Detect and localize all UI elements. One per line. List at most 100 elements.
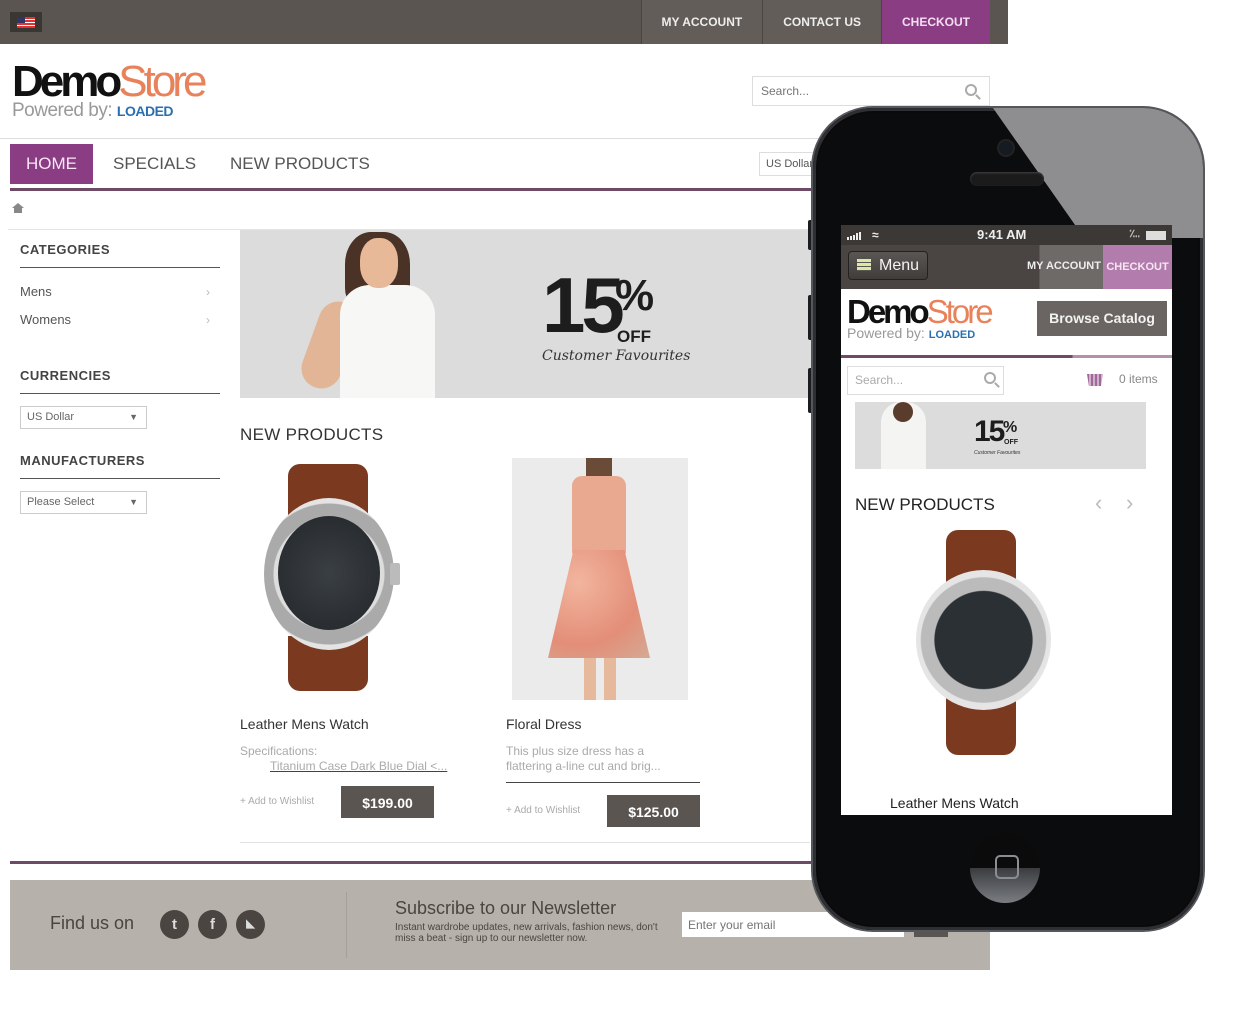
- categories-heading: CATEGORIES: [20, 242, 220, 268]
- product-divider: [506, 782, 700, 783]
- nav-new-products[interactable]: NEW PRODUCTS: [230, 144, 370, 184]
- browse-catalog-button[interactable]: Browse Catalog: [1037, 301, 1167, 336]
- chevron-down-icon: ▼: [129, 412, 138, 422]
- product-name[interactable]: Floral Dress: [506, 716, 700, 732]
- twitter-icon[interactable]: t: [160, 910, 189, 939]
- mobile-nav: Menu MY ACCOUNT CHECKOUT: [841, 245, 1172, 289]
- bluetooth-icon: ؊: [1129, 228, 1140, 240]
- logo-store-text: Store: [118, 57, 207, 106]
- signal-icon: [847, 232, 861, 240]
- top-links: MY ACCOUNT CONTACT US CHECKOUT: [640, 0, 990, 44]
- top-bar: MY ACCOUNT CONTACT US CHECKOUT: [0, 0, 1008, 44]
- currency-select[interactable]: US Dollar ▼: [20, 406, 147, 429]
- newsletter-text: Instant wardrobe updates, new arrivals, …: [395, 922, 658, 944]
- chevron-right-icon: ›: [206, 313, 210, 327]
- phone-speaker: [970, 172, 1044, 186]
- product-footer: + Add to Wishlist $199.00: [240, 786, 434, 820]
- mobile-logo[interactable]: DemoStore Powered by: LOADED: [847, 295, 994, 341]
- battery-icon: [1146, 231, 1166, 240]
- search-input[interactable]: [753, 77, 953, 105]
- category-womens[interactable]: Womens ›: [20, 306, 220, 334]
- status-bar: ≈ 9:41 AM ؊: [841, 225, 1172, 245]
- product-description: This plus size dress has a flattering a-…: [506, 744, 700, 776]
- logo-store-text: Store: [926, 293, 994, 330]
- mobile-my-account-link[interactable]: MY ACCOUNT: [1027, 260, 1101, 272]
- search-icon[interactable]: [984, 372, 996, 384]
- logo-powered-text: Powered by:: [847, 325, 925, 341]
- product-image-dress[interactable]: [506, 458, 688, 700]
- product-card: Leather Mens Watch Specifications: Titan…: [240, 458, 448, 820]
- chevron-down-icon: ▼: [129, 497, 138, 507]
- checkout-link[interactable]: CHECKOUT: [881, 0, 990, 44]
- content-divider: [240, 842, 810, 843]
- product-card: Floral Dress This plus size dress has a …: [506, 458, 700, 829]
- banner-off: OFF: [617, 327, 651, 346]
- menu-icon: [857, 259, 871, 271]
- banner-tagline: Customer Favourites: [542, 348, 691, 364]
- us-flag-icon[interactable]: [10, 12, 42, 32]
- category-label: Mens: [20, 284, 52, 299]
- footer-separator: [346, 892, 347, 958]
- carousel-next-icon[interactable]: ›: [1126, 490, 1133, 516]
- product-name[interactable]: Leather Mens Watch: [240, 716, 434, 732]
- product-footer: + Add to Wishlist $125.00: [506, 795, 700, 829]
- product-description: Specifications: Titanium Case Dark Blue …: [240, 744, 448, 776]
- search-icon[interactable]: [965, 84, 977, 96]
- mobile-product-image-watch[interactable]: [911, 530, 1056, 760]
- loaded-commerce-logo: LOADED: [928, 329, 976, 341]
- category-mens[interactable]: Mens ›: [20, 278, 220, 306]
- banner-model-image: [295, 230, 450, 398]
- banner-discount: 15: [974, 415, 1005, 448]
- product-desc-line: Specifications:: [240, 744, 318, 758]
- logo-powered-text: Powered by:: [12, 100, 113, 121]
- product-desc-line: flattering a-line cut and brig...: [506, 759, 661, 773]
- mobile-menu-button[interactable]: Menu: [848, 251, 928, 280]
- cart-items-count[interactable]: 0 items: [1119, 372, 1158, 386]
- home-breadcrumb-icon[interactable]: [12, 203, 24, 213]
- manufacturers-heading: MANUFACTURERS: [20, 453, 220, 479]
- banner-tagline: Customer Favourites: [974, 450, 1021, 456]
- rss-icon[interactable]: ◣: [236, 910, 265, 939]
- my-account-link[interactable]: MY ACCOUNT: [640, 0, 763, 44]
- contact-us-link[interactable]: CONTACT US: [762, 0, 881, 44]
- category-label: Womens: [20, 312, 72, 327]
- facebook-icon[interactable]: f: [198, 910, 227, 939]
- logo-demo-text: Demo: [12, 57, 122, 106]
- manufacturer-select[interactable]: Please Select ▼: [20, 491, 147, 514]
- status-time: 9:41 AM: [977, 227, 1027, 242]
- mobile-promo-banner[interactable]: 15 % OFF Customer Favourites: [855, 402, 1146, 469]
- carousel-prev-icon[interactable]: ‹: [1095, 490, 1102, 516]
- phone-screen: ≈ 9:41 AM ؊ Menu MY ACCOUNT CHECKOUT Dem…: [841, 225, 1172, 815]
- mobile-search-input[interactable]: Search...: [847, 366, 1004, 395]
- wifi-icon: ≈: [872, 228, 879, 242]
- mobile-search-placeholder: Search...: [855, 373, 904, 387]
- banner-percent: %: [615, 271, 655, 320]
- product-desc-line: Titanium Case Dark Blue Dial <...: [270, 759, 448, 773]
- banner-discount: 15: [542, 261, 625, 349]
- iphone-mockup: ≈ 9:41 AM ؊ Menu MY ACCOUNT CHECKOUT Dem…: [813, 108, 1203, 930]
- price-button[interactable]: $125.00: [607, 795, 700, 827]
- search-box: [752, 76, 990, 106]
- add-to-wishlist-link[interactable]: + Add to Wishlist: [240, 796, 314, 807]
- find-us-label: Find us on: [50, 913, 135, 933]
- phone-home-button: [970, 833, 1040, 903]
- mobile-nav-divider: [841, 355, 1172, 358]
- nav-specials[interactable]: SPECIALS: [113, 144, 196, 184]
- currencies-heading: CURRENCIES: [20, 368, 220, 394]
- manufacturer-value: Please Select: [27, 496, 95, 508]
- product-desc-line: This plus size dress has a: [506, 744, 645, 758]
- banner-off: OFF: [1004, 439, 1018, 446]
- add-to-wishlist-link[interactable]: + Add to Wishlist: [506, 805, 580, 816]
- chevron-right-icon: ›: [206, 285, 210, 299]
- mobile-checkout-link[interactable]: CHECKOUT: [1103, 245, 1172, 289]
- mobile-product-name[interactable]: Leather Mens Watch: [890, 795, 1019, 811]
- mobile-new-products-heading: NEW PRODUCTS: [855, 495, 995, 514]
- price-button[interactable]: $199.00: [341, 786, 434, 818]
- loaded-commerce-logo: LOADED: [116, 103, 174, 119]
- product-image-watch[interactable]: [240, 458, 416, 700]
- menu-label: Menu: [879, 257, 920, 274]
- promo-banner[interactable]: 15 % OFF Customer Favourites: [240, 230, 820, 398]
- nav-home[interactable]: HOME: [10, 144, 93, 184]
- demostore-logo[interactable]: DemoStore Powered by: LOADED: [12, 60, 207, 127]
- cart-icon[interactable]: [1087, 374, 1103, 386]
